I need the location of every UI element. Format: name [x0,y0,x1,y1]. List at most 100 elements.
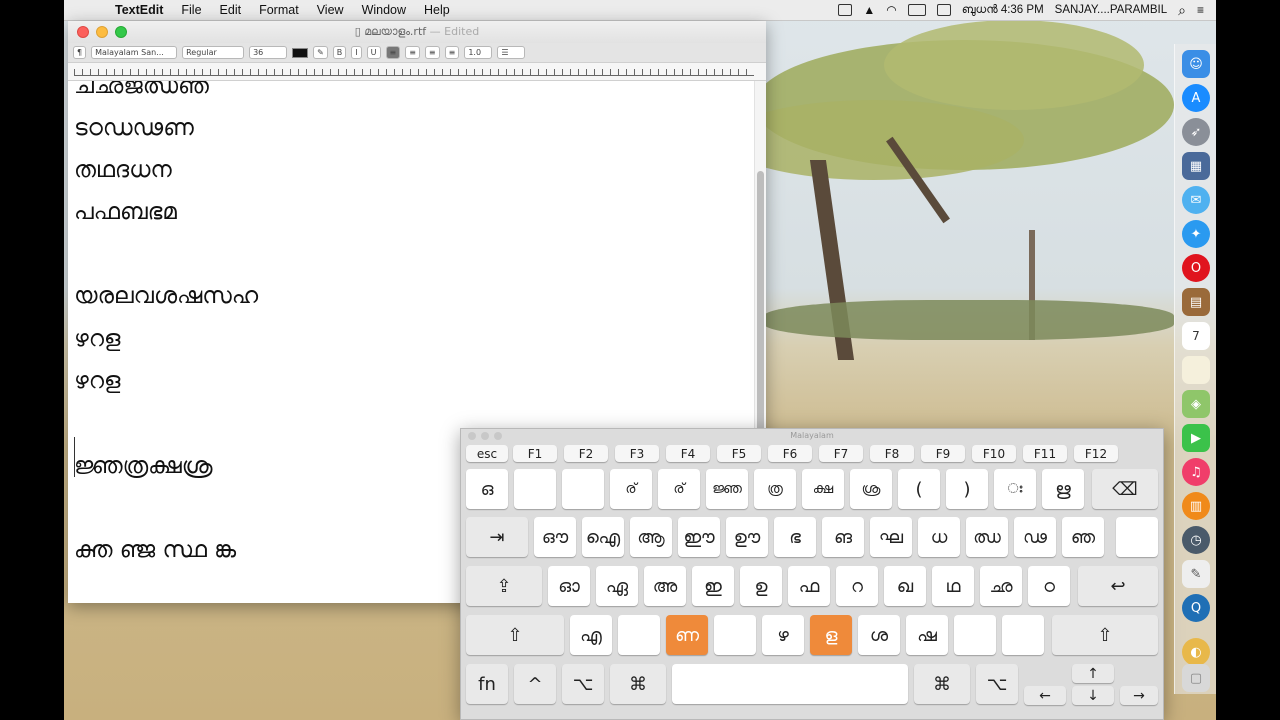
key-arrow-down[interactable]: ↓ [1072,686,1114,705]
key-chillu-r[interactable]: ര് [610,469,652,509]
italic-button[interactable]: I [351,46,362,59]
key-r-virama[interactable]: ര് [658,469,700,509]
key-lla-pressed[interactable]: ള [810,615,852,655]
key-sha[interactable]: ശ [858,615,900,655]
key-nga[interactable]: ങ [822,517,864,557]
menu-textedit[interactable]: TextEdit [106,3,172,17]
key-bha[interactable]: ഭ [774,517,816,557]
key-kha[interactable]: ഖ [884,566,926,606]
key-thra[interactable]: ത്ര [754,469,796,509]
calendar-icon[interactable]: 7 [1182,322,1210,350]
itunes-icon[interactable]: ♫ [1182,458,1210,486]
menu-format[interactable]: Format [250,3,308,17]
key-u[interactable]: ഉ [740,566,782,606]
airplay-icon[interactable] [838,4,853,16]
key-shift-left[interactable]: ⇧ [466,615,564,655]
key-arrow-left[interactable]: ← [1024,686,1066,705]
key-tha[interactable]: ഥ [932,566,974,606]
notification-center-icon[interactable]: ≡ [1197,3,1204,17]
key-f3[interactable]: F3 [615,445,659,462]
key-dha[interactable]: ധ [918,517,960,557]
mission-control-icon[interactable]: ▦ [1182,152,1210,180]
key-option-left[interactable]: ⌥ [562,664,604,704]
key-blank[interactable] [1116,517,1158,557]
key-uu[interactable]: ഊ [726,517,768,557]
menu-help[interactable]: Help [415,3,459,17]
key-ai[interactable]: ഐ [582,517,624,557]
key-fn[interactable]: fn [466,664,508,704]
key-f11[interactable]: F11 [1023,445,1067,462]
highlight-color-well[interactable]: ✎ [313,46,328,59]
key-pha[interactable]: ഫ [788,566,830,606]
key-shra[interactable]: ശ്ര [850,469,892,509]
key-a[interactable]: അ [644,566,686,606]
app-store-icon[interactable]: A [1182,84,1210,112]
key-ksha[interactable]: ക്ഷ [802,469,844,509]
key-control[interactable]: ^ [514,664,556,704]
key-e[interactable]: എ [570,615,612,655]
key-ddha[interactable]: ഢ [1014,517,1056,557]
key-jha[interactable]: ഝ [966,517,1008,557]
keyboard-viewer-titlebar[interactable]: Malayalam [461,429,1163,443]
key-o[interactable]: ഒ [466,469,508,509]
upload-icon[interactable]: ▲ [863,3,875,17]
key-shift-right[interactable]: ⇧ [1052,615,1158,655]
key-au[interactable]: ഔ [534,517,576,557]
key-gha[interactable]: ഘ [870,517,912,557]
paragraph-style-popup[interactable]: ¶ [73,46,87,59]
key-ru[interactable]: ഋ [1042,469,1084,509]
opera-icon[interactable]: O [1182,254,1210,282]
safari-icon[interactable]: ✦ [1182,220,1210,248]
key-command-left[interactable]: ⌘ [610,664,666,704]
key-option-right[interactable]: ⌥ [976,664,1018,704]
menubar-user[interactable]: SANJAY....PARAMBIL [1055,4,1167,16]
ruler[interactable] [68,63,766,81]
input-source-icon[interactable] [907,4,926,16]
key-arrow-right[interactable]: → [1120,686,1158,705]
key-blank[interactable] [1002,615,1044,655]
key-return[interactable]: ↩ [1078,566,1158,606]
key-ssa[interactable]: ഷ [906,615,948,655]
key-ii[interactable]: ഈ [678,517,720,557]
key-f12[interactable]: F12 [1074,445,1118,462]
menu-view[interactable]: View [308,3,353,17]
underline-button[interactable]: U [366,46,381,59]
time-machine-icon[interactable]: ◷ [1182,526,1210,554]
bold-button[interactable]: B [332,46,347,59]
trash-icon[interactable]: ▢ [1182,664,1210,692]
finder-icon[interactable]: ☺ [1182,50,1210,78]
menubar-clock[interactable]: ബുധൻ 4:36 PM [962,4,1044,17]
key-rra[interactable]: റ [836,566,878,606]
menu-file[interactable]: File [172,3,210,17]
kbd-close-button[interactable] [468,432,476,440]
key-blank[interactable] [954,615,996,655]
key-tab[interactable]: ⇥ [466,517,528,557]
key-blank[interactable] [714,615,756,655]
line-spacing-popup[interactable]: 1.0 [464,46,493,59]
key-f4[interactable]: F4 [666,445,710,462]
justify-icon[interactable]: ≡ [444,46,460,59]
wifi-icon[interactable]: ◠ [886,3,896,17]
key-chha[interactable]: ഛ [980,566,1022,606]
facetime-icon[interactable]: ▶ [1182,424,1210,452]
kbd-minimize-button[interactable] [481,432,489,440]
font-family-popup[interactable]: Malayalam San... [91,46,178,59]
notes-icon[interactable] [1182,356,1210,384]
key-delete[interactable]: ⌫ [1092,469,1158,509]
align-left-icon[interactable]: ≡ [385,46,401,59]
menu-edit[interactable]: Edit [211,3,251,17]
key-blank[interactable] [562,469,604,509]
font-style-popup[interactable]: Regular [182,46,245,59]
key-space[interactable] [672,664,908,704]
key-jnja[interactable]: ജ്ഞ [706,469,748,509]
kbd-zoom-button[interactable] [494,432,502,440]
key-oo[interactable]: ഓ [548,566,590,606]
font-size-popup[interactable]: 36 [249,46,288,59]
messages-icon[interactable]: ✉ [1182,186,1210,214]
textedit-icon[interactable]: ✎ [1182,560,1210,588]
key-aa[interactable]: ആ [630,517,672,557]
key-arrow-up[interactable]: ↑ [1072,664,1114,683]
list-bullets-popup[interactable]: ☰ [497,46,526,59]
key-zha[interactable]: ഴ [762,615,804,655]
key-caps-lock[interactable]: ⇪ [466,566,542,606]
